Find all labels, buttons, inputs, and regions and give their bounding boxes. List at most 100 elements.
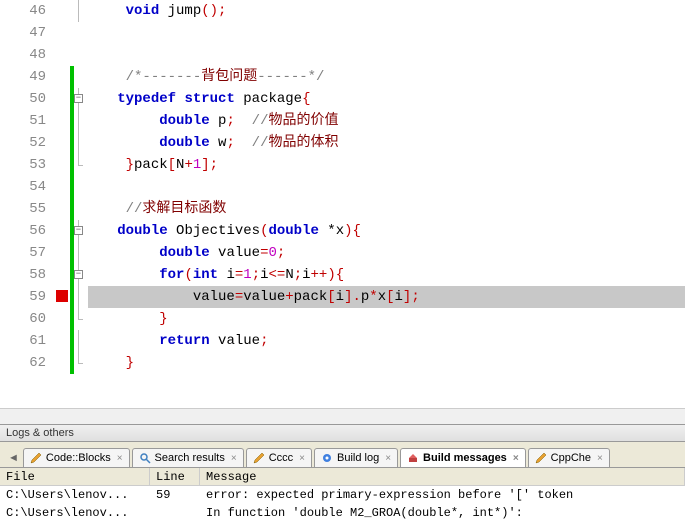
column-message[interactable]: Message — [200, 468, 685, 485]
pencil-icon — [30, 452, 42, 464]
column-file[interactable]: File — [0, 468, 150, 485]
error-marker-icon — [56, 290, 68, 302]
change-bar — [70, 176, 74, 198]
tab-build-log[interactable]: Build log× — [314, 448, 398, 467]
fold-gutter — [70, 132, 88, 154]
code-text[interactable]: //求解目标函数 — [88, 198, 685, 220]
code-line[interactable]: 61 return value; — [0, 330, 685, 352]
msg-text: error: expected primary-expression befor… — [200, 486, 685, 504]
fold-toggle-icon[interactable]: − — [74, 94, 83, 103]
tab-cccc[interactable]: Cccc× — [246, 448, 312, 467]
line-number: 55 — [0, 198, 54, 220]
gutter-mark — [54, 220, 70, 242]
code-text[interactable]: double w; //物品的体积 — [88, 132, 685, 154]
fold-gutter: − — [70, 88, 88, 110]
gutter-mark — [54, 242, 70, 264]
code-line[interactable]: 46 void jump(); — [0, 0, 685, 22]
message-row[interactable]: C:\Users\lenov...In function 'double M2_… — [0, 504, 685, 522]
code-text[interactable]: } — [88, 352, 685, 374]
tab-build-messages[interactable]: Build messages× — [400, 448, 526, 467]
code-text[interactable] — [88, 44, 685, 66]
code-text[interactable]: /*-------背包问题------*/ — [88, 66, 685, 88]
line-number: 54 — [0, 176, 54, 198]
code-line[interactable]: 57 double value=0; — [0, 242, 685, 264]
line-number: 47 — [0, 22, 54, 44]
code-line[interactable]: 55 //求解目标函数 — [0, 198, 685, 220]
code-line[interactable]: 59 value=value+pack[i].p*x[i]; — [0, 286, 685, 308]
change-bar — [70, 330, 74, 352]
gutter-mark — [54, 286, 70, 308]
code-line[interactable]: 52 double w; //物品的体积 — [0, 132, 685, 154]
fold-gutter — [70, 330, 88, 352]
gutter-mark — [54, 88, 70, 110]
tab-bar: ◄ Code::Blocks×Search results×Cccc×Build… — [0, 442, 685, 468]
line-number: 62 — [0, 352, 54, 374]
messages-header: File Line Message — [0, 468, 685, 486]
fold-gutter: − — [70, 264, 88, 286]
code-line[interactable]: 50− typedef struct package{ — [0, 88, 685, 110]
code-text[interactable]: for(int i=1;i<=N;i++){ — [88, 264, 685, 286]
code-text[interactable]: double Objectives(double *x){ — [88, 220, 685, 242]
fold-toggle-icon[interactable]: − — [74, 226, 83, 235]
column-line[interactable]: Line — [150, 468, 200, 485]
code-text[interactable]: value=value+pack[i].p*x[i]; — [88, 286, 685, 308]
code-editor[interactable]: 46 void jump();474849 /*-------背包问题-----… — [0, 0, 685, 408]
msg-file: C:\Users\lenov... — [0, 486, 150, 504]
code-line[interactable]: 51 double p; //物品的价值 — [0, 110, 685, 132]
code-text[interactable] — [88, 22, 685, 44]
msg-line — [150, 504, 200, 522]
gear-icon — [321, 452, 333, 464]
code-line[interactable]: 58− for(int i=1;i<=N;i++){ — [0, 264, 685, 286]
fold-gutter — [70, 308, 88, 330]
tab-scroll-left[interactable]: ◄ — [4, 449, 23, 467]
gutter-mark — [54, 176, 70, 198]
tab-cppche[interactable]: CppChe × — [528, 448, 610, 467]
change-bar — [70, 132, 74, 154]
close-icon[interactable]: × — [513, 453, 519, 464]
pencil-icon — [535, 452, 547, 464]
gutter-mark — [54, 154, 70, 176]
code-line[interactable]: 54 — [0, 176, 685, 198]
code-line[interactable]: 62 } — [0, 352, 685, 374]
code-line[interactable]: 56− double Objectives(double *x){ — [0, 220, 685, 242]
line-number: 51 — [0, 110, 54, 132]
code-line[interactable]: 47 — [0, 22, 685, 44]
gutter-mark — [54, 352, 70, 374]
close-icon[interactable]: × — [117, 453, 123, 464]
build-messages-panel: File Line Message C:\Users\lenov...59err… — [0, 468, 685, 522]
message-row[interactable]: C:\Users\lenov...59error: expected prima… — [0, 486, 685, 504]
line-number: 46 — [0, 0, 54, 22]
close-icon[interactable]: × — [299, 453, 305, 464]
horizontal-scrollbar[interactable] — [0, 408, 685, 424]
code-text[interactable]: double value=0; — [88, 242, 685, 264]
msg-line: 59 — [150, 486, 200, 504]
code-line[interactable]: 60 } — [0, 308, 685, 330]
code-text[interactable]: }pack[N+1]; — [88, 154, 685, 176]
close-icon[interactable]: × — [597, 453, 603, 464]
code-text[interactable]: return value; — [88, 330, 685, 352]
code-text[interactable]: typedef struct package{ — [88, 88, 685, 110]
gutter-mark — [54, 132, 70, 154]
fold-toggle-icon[interactable]: − — [74, 270, 83, 279]
code-text[interactable] — [88, 176, 685, 198]
code-line[interactable]: 48 — [0, 44, 685, 66]
search-icon — [139, 452, 151, 464]
fold-gutter — [70, 352, 88, 374]
change-bar — [70, 352, 74, 374]
tab-code-blocks[interactable]: Code::Blocks× — [23, 448, 130, 467]
line-number: 53 — [0, 154, 54, 176]
fold-gutter — [70, 0, 88, 22]
tab-label: CppChe — [551, 452, 591, 464]
gutter-mark — [54, 66, 70, 88]
change-bar — [70, 242, 74, 264]
code-line[interactable]: 49 /*-------背包问题------*/ — [0, 66, 685, 88]
close-icon[interactable]: × — [231, 453, 237, 464]
line-number: 61 — [0, 330, 54, 352]
close-icon[interactable]: × — [385, 453, 391, 464]
code-text[interactable]: double p; //物品的价值 — [88, 110, 685, 132]
code-text[interactable]: } — [88, 308, 685, 330]
tab-search-results[interactable]: Search results× — [132, 448, 244, 467]
code-text[interactable]: void jump(); — [88, 0, 685, 22]
gutter-mark — [54, 198, 70, 220]
code-line[interactable]: 53 }pack[N+1]; — [0, 154, 685, 176]
